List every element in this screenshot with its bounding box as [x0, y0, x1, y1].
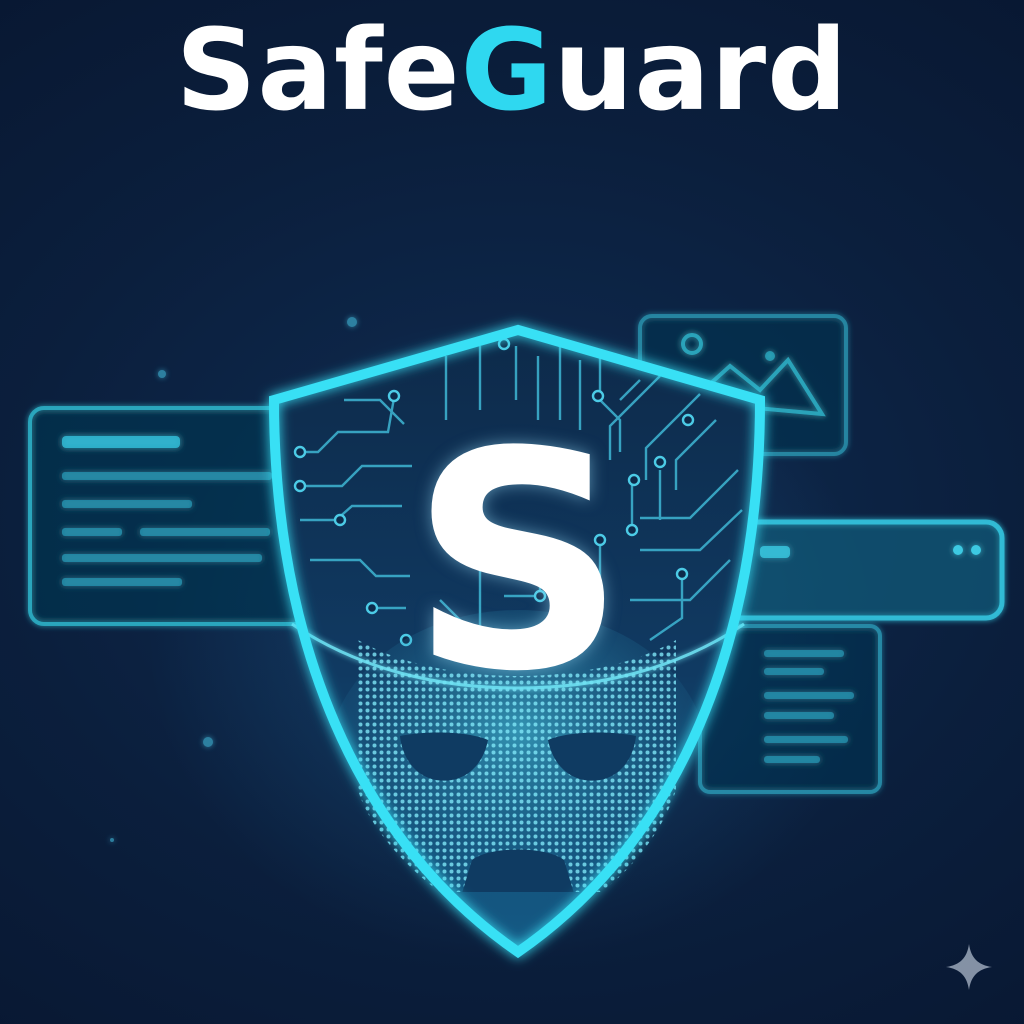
shield-letter: S: [410, 388, 626, 737]
right-bar-panel: [717, 519, 1005, 621]
shield-icon: S: [268, 324, 766, 959]
sparkle-icon: [946, 944, 992, 990]
logo-illustration: S: [28, 314, 1005, 959]
logo-canvas: SafeGuard S: [0, 0, 1024, 1024]
